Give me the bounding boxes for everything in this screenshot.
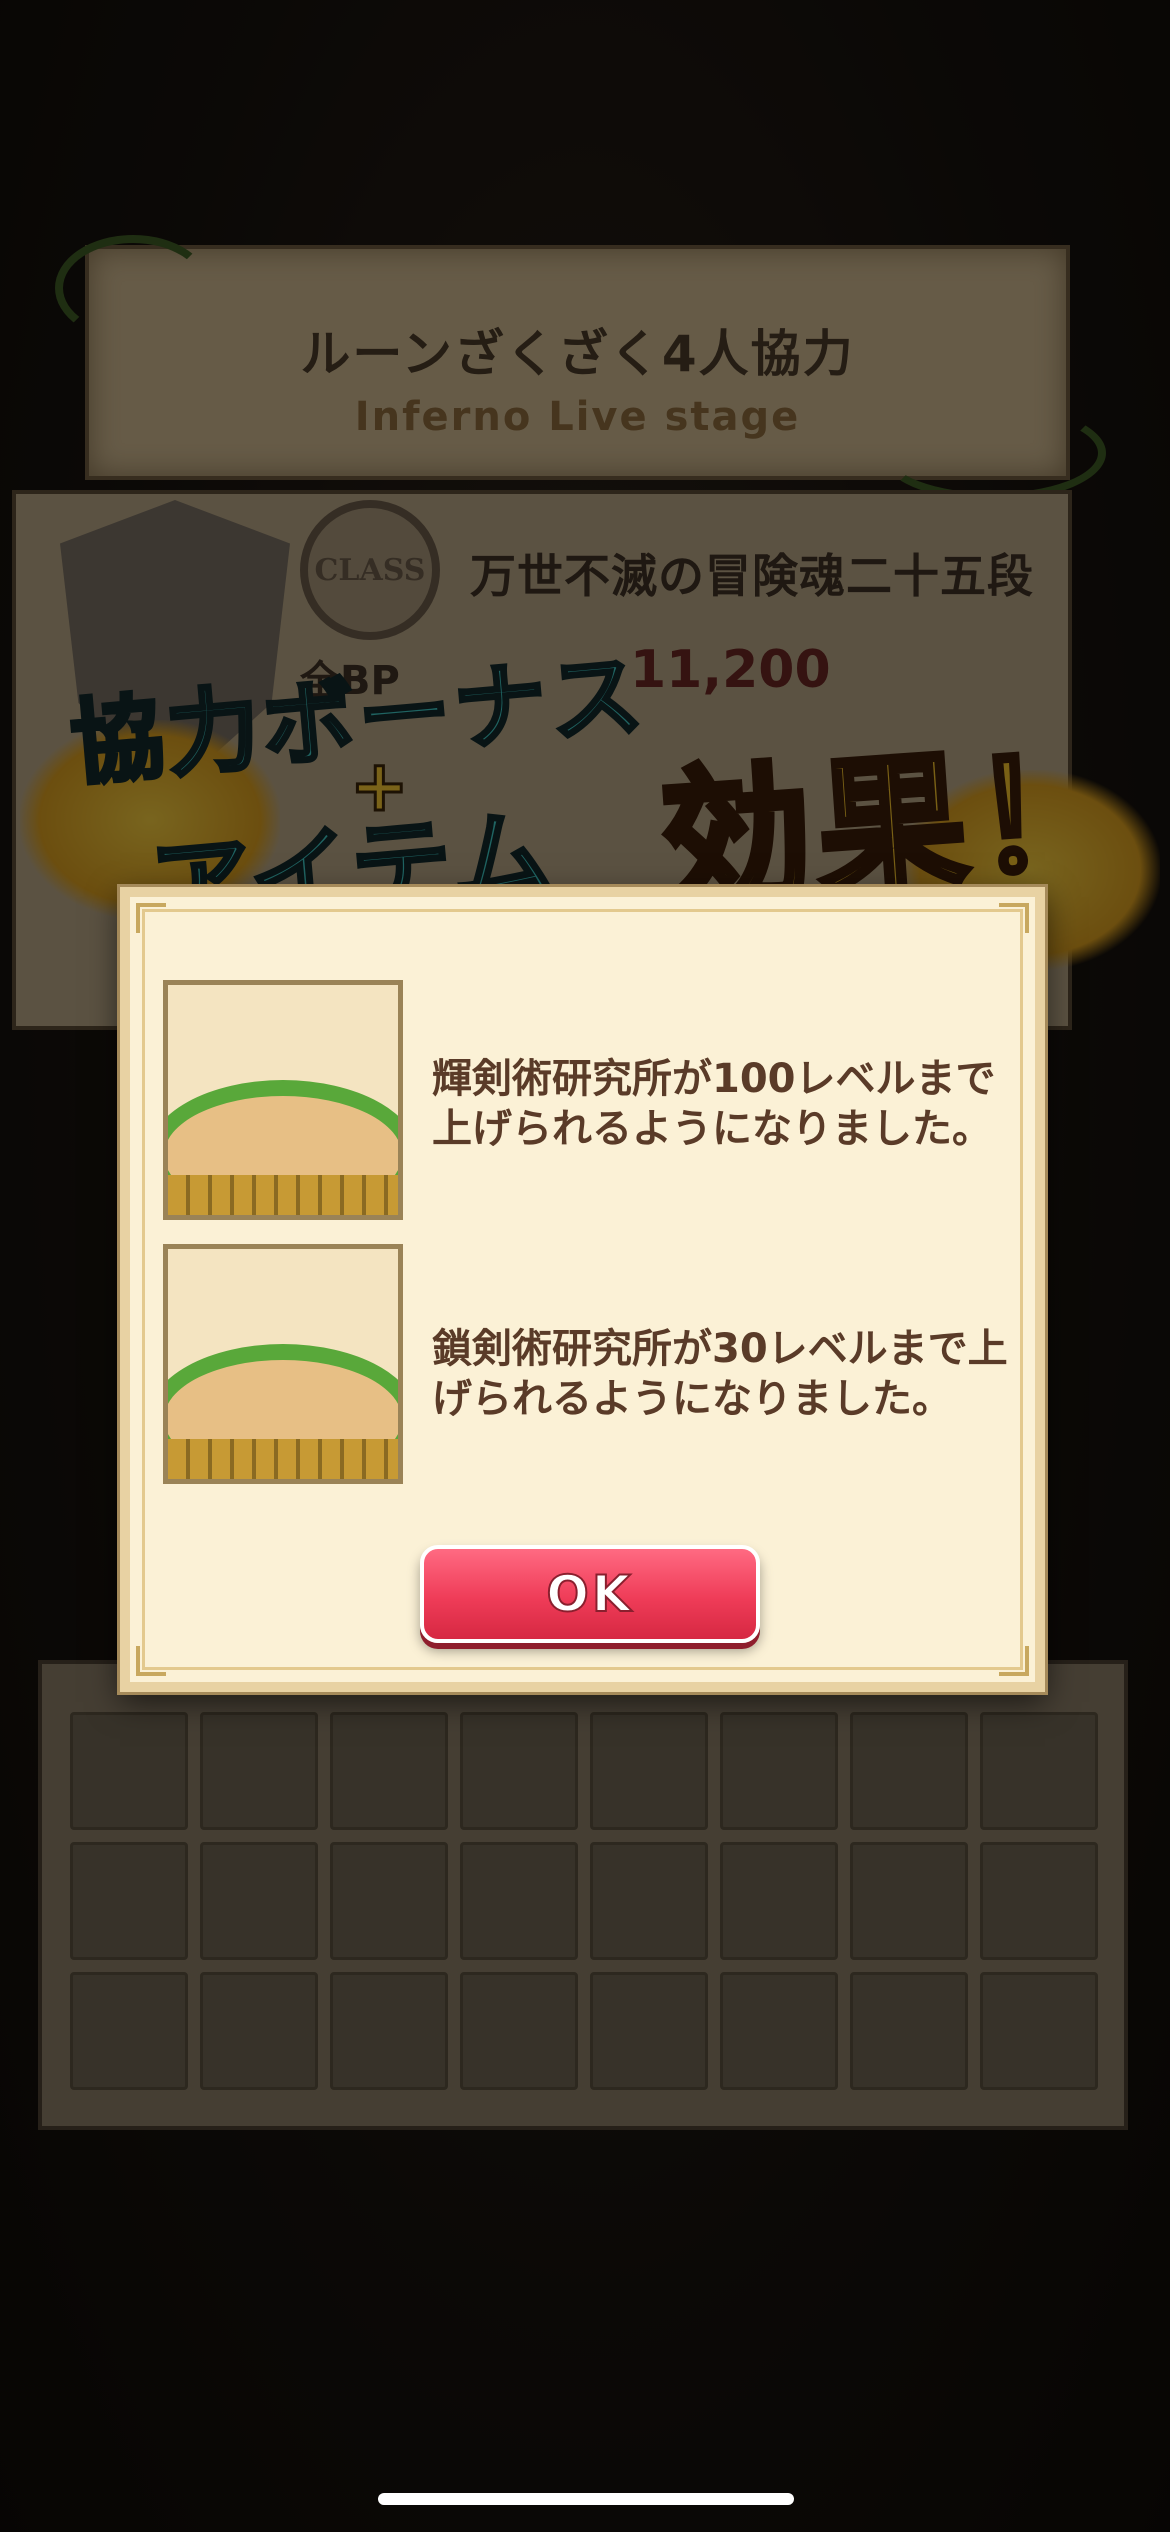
corner-ornament-icon — [999, 1646, 1029, 1676]
sack-item-icon — [163, 980, 403, 1220]
corner-ornament-icon — [999, 903, 1029, 933]
home-indicator[interactable] — [378, 2493, 794, 2505]
ok-button[interactable]: OK — [420, 1545, 760, 1643]
sack-base — [168, 1439, 398, 1479]
corner-ornament-icon — [136, 1646, 166, 1676]
corner-ornament-icon — [136, 903, 166, 933]
dialog-item-text: 鎖剣術研究所が30レベルまで上げられるようになりました。 — [432, 1326, 1008, 1422]
dialog-item-text: 輝剣術研究所が100レベルまで上げられるようになりました。 — [432, 1056, 996, 1152]
sack-base — [168, 1175, 398, 1215]
sack-item-icon — [163, 1244, 403, 1484]
unlock-dialog: 輝剣術研究所が100レベルまで上げられるようになりました。 鎖剣術研究所が30レ… — [120, 887, 1045, 1692]
